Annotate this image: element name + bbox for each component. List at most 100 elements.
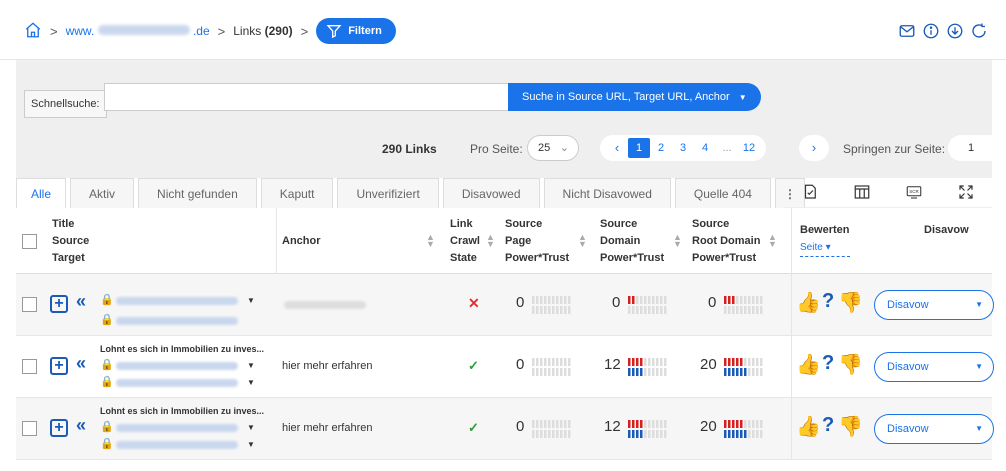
tab-disavowed[interactable]: Disavowed: [442, 178, 540, 208]
tab-kaputt[interactable]: Kaputt: [260, 178, 334, 208]
tab-aktiv[interactable]: Aktiv: [70, 178, 135, 208]
thumbs-up-icon[interactable]: 👍: [796, 352, 821, 377]
expand-row-icon[interactable]: +: [50, 357, 68, 375]
status-tabs: Alle Aktiv Nicht gefunden Kaputt Unverif…: [16, 176, 805, 208]
header-line: Root Domain: [692, 235, 761, 247]
refresh-icon[interactable]: [970, 22, 988, 40]
breadcrumb-links[interactable]: Links (290): [233, 24, 292, 38]
double-chevron-left-icon[interactable]: «: [76, 291, 86, 312]
home-icon[interactable]: [24, 21, 42, 42]
rate-scope-select[interactable]: Seite ▾: [800, 239, 850, 257]
tab-nicht-disavowed[interactable]: Nicht Disavowed: [543, 178, 671, 208]
download-icon[interactable]: [946, 22, 964, 40]
expand-icon[interactable]: [957, 183, 975, 201]
thumbs-up-icon[interactable]: 👍: [796, 290, 821, 315]
quick-search-input[interactable]: [104, 83, 522, 111]
header-line: Page: [505, 235, 532, 247]
select-all-cell: [22, 234, 37, 250]
tab-alle[interactable]: Alle: [16, 178, 67, 208]
next-page-button[interactable]: ›: [799, 135, 829, 161]
source-domain-value: 12: [604, 356, 621, 373]
breadcrumb-domain[interactable]: www. .de: [66, 24, 210, 38]
links-table: Title Source Target Anchor ▲ ▼ Link Crawl…: [16, 208, 994, 460]
lock-icon: 🔒: [100, 376, 114, 388]
per-page-select[interactable]: 25 ⌄: [527, 135, 579, 161]
caret-down-icon[interactable]: ▼: [247, 296, 255, 305]
breadcrumb: > www. .de > Links (290) > Filtern: [24, 18, 396, 44]
info-icon[interactable]: [922, 22, 940, 40]
row-checkbox[interactable]: [22, 359, 37, 374]
rate-document-icon[interactable]: [801, 183, 819, 201]
caret-down-icon[interactable]: ▼: [247, 423, 255, 432]
row-checkbox[interactable]: [22, 297, 37, 312]
row-checkbox[interactable]: [22, 421, 37, 436]
select-all-checkbox[interactable]: [22, 234, 37, 249]
sort-icon[interactable]: ▲ ▼: [486, 233, 495, 249]
question-icon[interactable]: ?: [822, 352, 834, 375]
page-button[interactable]: 1: [628, 138, 650, 158]
header-title[interactable]: Title Source Target: [52, 216, 89, 282]
caret-down-icon[interactable]: ▼: [247, 361, 255, 370]
blurred-source-url[interactable]: [116, 297, 238, 305]
caret-down-icon[interactable]: ▼: [247, 440, 255, 449]
power-trust-bars: [532, 296, 580, 317]
disavow-select[interactable]: Disavow ▼: [874, 290, 994, 320]
jump-to-page-input[interactable]: 1: [948, 135, 994, 161]
page-button[interactable]: 12: [738, 138, 760, 158]
search-scope-label: Suche in Source URL, Target URL, Anchor: [522, 91, 730, 103]
table-row: + « Lohnt es sich in Immobilien zu inves…: [16, 398, 994, 460]
blurred-source-url[interactable]: [116, 362, 238, 370]
double-chevron-left-icon[interactable]: «: [76, 415, 86, 436]
jump-to-page-label: Springen zur Seite:: [843, 142, 946, 156]
page-button[interactable]: 2: [650, 138, 672, 158]
columns-icon[interactable]: [853, 183, 871, 201]
disavow-select[interactable]: Disavow ▼: [874, 414, 994, 444]
caret-down-icon[interactable]: ▼: [247, 378, 255, 387]
filter-button[interactable]: Filtern: [316, 18, 396, 44]
chevron-down-icon: ▼: [975, 300, 983, 309]
sort-icon[interactable]: ▲ ▼: [768, 233, 777, 249]
blurred-target-url[interactable]: [116, 441, 238, 449]
header-source-domain[interactable]: Source Domain Power*Trust: [600, 216, 664, 282]
screenshot-icon[interactable]: SCR: [905, 183, 923, 201]
sort-icon[interactable]: ▲ ▼: [578, 233, 587, 249]
source-root-domain-value: 0: [708, 294, 717, 311]
power-trust-bars: [628, 420, 676, 441]
question-icon[interactable]: ?: [822, 290, 834, 313]
expand-row-icon[interactable]: +: [50, 419, 68, 437]
prev-page-button[interactable]: ‹: [606, 138, 628, 158]
tool-icons: SCR: [784, 176, 992, 208]
page-button[interactable]: 4: [694, 138, 716, 158]
tab-nicht-gefunden[interactable]: Nicht gefunden: [138, 178, 257, 208]
thumbs-down-icon[interactable]: 👎: [838, 414, 863, 439]
header-source-root-domain[interactable]: Source Root Domain Power*Trust: [692, 216, 760, 282]
table-header: Title Source Target Anchor ▲ ▼ Link Crawl…: [16, 208, 992, 274]
thumbs-up-icon[interactable]: 👍: [796, 414, 821, 439]
disavow-value: Disavow: [887, 361, 929, 373]
header-source-page[interactable]: Source Page Power*Trust: [505, 216, 569, 282]
blurred-target-url[interactable]: [116, 379, 238, 387]
sort-icon[interactable]: ▲ ▼: [426, 233, 435, 249]
blurred-target-url[interactable]: [116, 317, 238, 325]
thumbs-down-icon[interactable]: 👎: [838, 290, 863, 315]
expand-row-icon[interactable]: +: [50, 295, 68, 313]
search-scope-button[interactable]: Suche in Source URL, Target URL, Anchor …: [508, 83, 761, 111]
blurred-source-url[interactable]: [116, 424, 238, 432]
source-root-domain-value: 20: [700, 356, 717, 373]
question-icon[interactable]: ?: [822, 414, 834, 437]
tab-quelle-404[interactable]: Quelle 404: [674, 178, 771, 208]
thumbs-down-icon[interactable]: 👎: [838, 352, 863, 377]
double-chevron-left-icon[interactable]: «: [76, 353, 86, 374]
crawl-ok-icon: ✓: [468, 420, 479, 435]
power-trust-bars: [532, 358, 580, 379]
source-page-value: 0: [516, 294, 525, 311]
tab-unverifiziert[interactable]: Unverifiziert: [337, 178, 439, 208]
header-crawl-state[interactable]: Link Crawl State: [450, 216, 480, 282]
links-label: Links: [233, 24, 262, 38]
sort-icon[interactable]: ▲ ▼: [673, 233, 682, 249]
page-button[interactable]: 3: [672, 138, 694, 158]
disavow-select[interactable]: Disavow ▼: [874, 352, 994, 382]
table-row: + « Lohnt es sich in Immobilien zu inves…: [16, 336, 994, 398]
header-line: Domain: [600, 235, 641, 247]
mail-icon[interactable]: [898, 22, 916, 40]
